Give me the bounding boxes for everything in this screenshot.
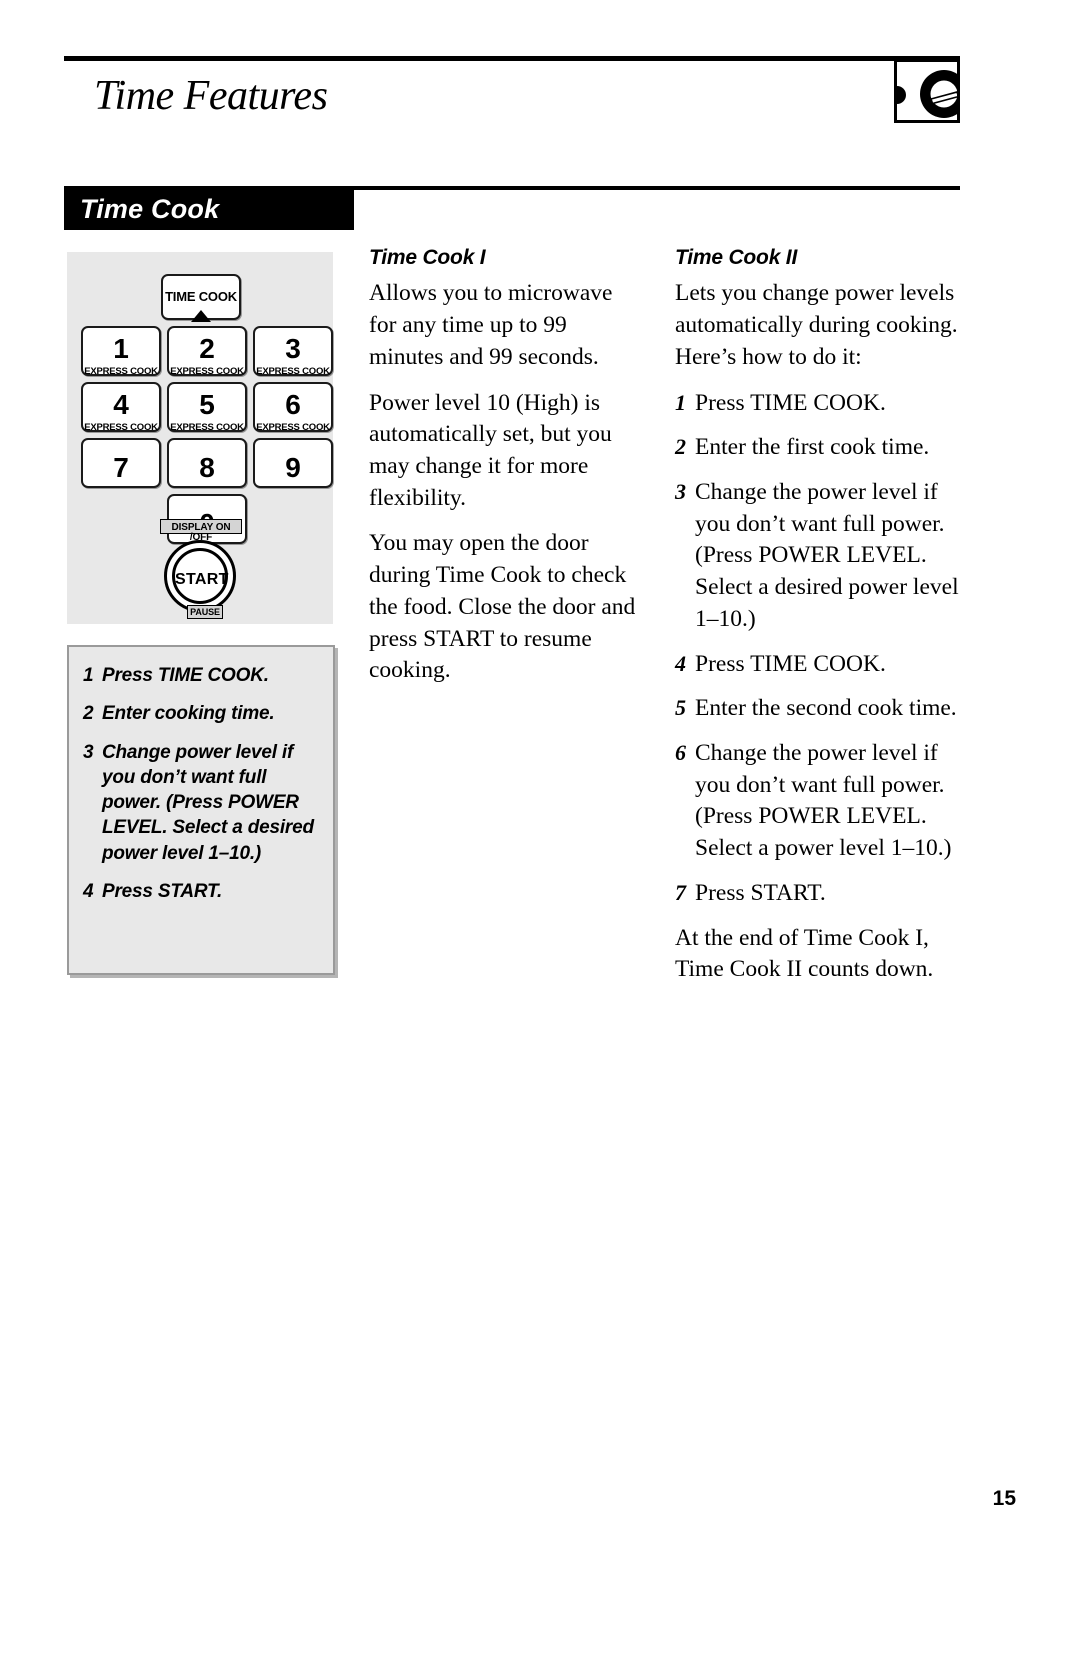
time-cook-1-column: Time Cook I Allows you to microwave for … <box>369 244 645 687</box>
key-9[interactable]: 9 <box>253 438 333 488</box>
step-text: Press TIME COOK. <box>695 389 886 416</box>
step-number: 2 <box>675 434 686 460</box>
key-6-sublabel: EXPRESS COOK <box>256 422 330 433</box>
time-cook-2-closing: At the end of Time Cook I, Time Cook II … <box>675 924 934 983</box>
key-4-sublabel: EXPRESS COOK <box>84 422 158 433</box>
step-item: 4 Press START. <box>83 879 323 904</box>
time-cook-steps-box: 1 Press TIME COOK. 2 Enter cooking time.… <box>67 645 335 975</box>
step-number: 4 <box>83 880 94 902</box>
time-cook-2-heading: Time Cook II <box>675 246 798 269</box>
step-number: 5 <box>675 695 686 721</box>
step-text: Change the power level if you don’t want… <box>695 739 952 862</box>
key-4-number: 4 <box>113 389 129 420</box>
key-7[interactable]: 7 <box>81 438 161 488</box>
key-6[interactable]: 6 EXPRESS COOK <box>253 382 333 433</box>
key-8-number: 8 <box>199 452 215 483</box>
time-cook-pointer-icon <box>191 310 211 322</box>
time-cook-2-step: 3 Change the power level if you don’t wa… <box>675 477 960 636</box>
step-text: Enter cooking time. <box>102 703 275 725</box>
key-1-sublabel: EXPRESS COOK <box>84 366 158 377</box>
key-4[interactable]: 4 EXPRESS COOK <box>81 382 161 433</box>
key-5-sublabel: EXPRESS COOK <box>170 422 244 433</box>
page-header: Time Features <box>64 56 960 136</box>
time-cook-1-paragraph: You may open the door during Time Cook t… <box>369 530 636 684</box>
start-button-ring: START <box>172 548 228 604</box>
key-2[interactable]: 2 EXPRESS COOK <box>167 326 247 377</box>
step-text: Press START. <box>695 879 826 906</box>
steps-list: 1 Press TIME COOK. 2 Enter cooking time.… <box>83 663 323 917</box>
key-8[interactable]: 8 <box>167 438 247 488</box>
step-number: 3 <box>83 741 94 763</box>
step-text: Enter the first cook time. <box>695 434 930 461</box>
key-5-number: 5 <box>199 389 215 420</box>
time-cook-2-step: 7 Press START. <box>675 878 960 910</box>
key-1[interactable]: 1 EXPRESS COOK <box>81 326 161 377</box>
key-9-number: 9 <box>285 452 301 483</box>
key-3-sublabel: EXPRESS COOK <box>256 366 330 377</box>
knob-dial-icon <box>894 59 960 123</box>
step-number: 4 <box>675 650 686 676</box>
section-header: Time Cook <box>64 186 354 230</box>
key-1-number: 1 <box>113 333 129 364</box>
key-3-number: 3 <box>285 333 301 364</box>
time-cook-1-paragraph: Power level 10 (High) is automatically s… <box>369 389 612 511</box>
pause-label: PAUSE <box>187 605 223 619</box>
start-button-label: START <box>175 571 229 588</box>
step-number: 7 <box>675 879 686 905</box>
time-cook-2-column: Time Cook II Lets you change power level… <box>675 244 960 986</box>
key-5[interactable]: 5 EXPRESS COOK <box>167 382 247 433</box>
time-cook-2-step: 6 Change the power level if you don’t wa… <box>675 738 960 865</box>
time-cook-2-step: 5 Enter the second cook time. <box>675 693 960 725</box>
time-cook-2-step: 1 Press TIME COOK. <box>675 388 960 420</box>
step-text: Enter the second cook time. <box>695 695 957 722</box>
knob-dial-glyph-icon <box>920 70 957 118</box>
key-7-number: 7 <box>113 452 129 483</box>
display-on-off-label: DISPLAY ON /OFF <box>160 519 242 542</box>
header-rule <box>64 56 960 61</box>
step-number: 3 <box>675 478 686 504</box>
step-number: 1 <box>675 389 686 415</box>
key-6-number: 6 <box>285 389 301 420</box>
key-3[interactable]: 3 EXPRESS COOK <box>253 326 333 377</box>
knob-dial-dot-icon <box>897 86 906 104</box>
step-item: 2 Enter cooking time. <box>83 701 323 726</box>
step-text: Change power level if you don’t want ful… <box>102 741 314 864</box>
step-text: Press START. <box>102 880 223 902</box>
step-number: 2 <box>83 703 94 725</box>
time-cook-2-step: 4 Press TIME COOK. <box>675 649 960 681</box>
time-cook-1-paragraph: Allows you to microwave for any time up … <box>369 280 613 370</box>
time-cook-1-heading: Time Cook I <box>369 246 486 269</box>
start-button[interactable]: START <box>164 540 236 612</box>
control-panel-diagram: TIME COOK 1 EXPRESS COOK 2 EXPRESS COOK … <box>67 252 333 624</box>
section-title: Time Cook <box>80 194 220 224</box>
step-text: Press TIME COOK. <box>102 665 269 686</box>
time-cook-2-step: 2 Enter the first cook time. <box>675 432 960 464</box>
key-2-number: 2 <box>199 333 215 364</box>
time-cook-2-intro: Lets you change power levels automatical… <box>675 280 958 370</box>
step-item: 3 Change power level if you don’t want f… <box>83 740 323 866</box>
step-number: 6 <box>675 739 686 765</box>
key-time-cook-label: TIME COOK <box>165 289 237 304</box>
page-title: Time Features <box>94 73 328 119</box>
step-item: 1 Press TIME COOK. <box>83 663 323 688</box>
step-text: Change the power level if you don’t want… <box>695 478 959 632</box>
key-2-sublabel: EXPRESS COOK <box>170 366 244 377</box>
step-number: 1 <box>83 665 94 686</box>
step-text: Press TIME COOK. <box>695 650 886 677</box>
page-number: 15 <box>992 1487 1016 1510</box>
